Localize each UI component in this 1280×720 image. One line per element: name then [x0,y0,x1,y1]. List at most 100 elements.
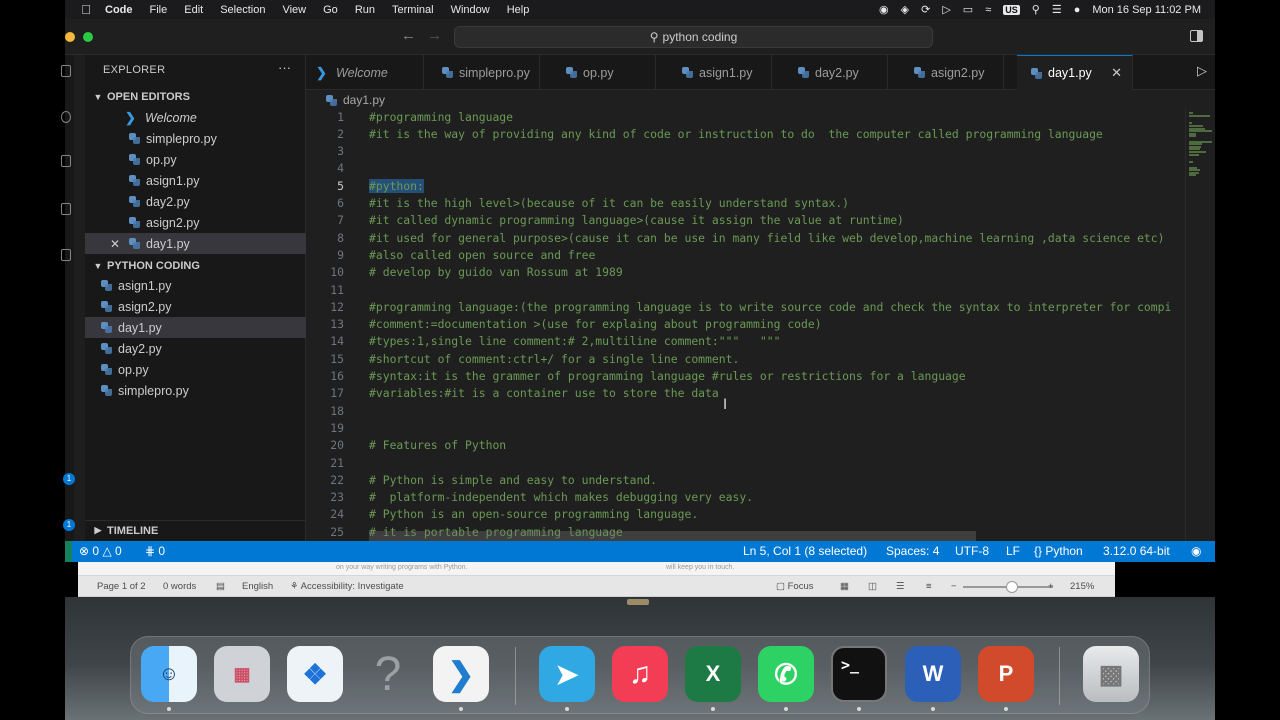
input-source-badge[interactable]: US [1003,4,1020,15]
siri-icon[interactable]: ● [1074,4,1081,16]
file-day2[interactable]: day2.py [85,338,306,359]
menu-selection[interactable]: Selection [220,4,265,16]
open-editor-asign2[interactable]: asign2.py [85,212,306,233]
print-layout-icon[interactable]: ▦ [840,581,849,592]
control-center-icon[interactable]: ☰ [1052,3,1062,16]
code-line[interactable]: 14 #types:1,single line comment:# 2,multi… [306,333,1185,350]
code-line[interactable]: 9 #also called open source and free [306,246,1185,263]
sync-icon[interactable]: ⟳ [921,3,930,16]
launchpad-icon[interactable]: ▦ [214,646,270,702]
record-icon[interactable]: ◉ [879,3,889,16]
accessibility-status[interactable]: ⚘ Accessibility: Investigate [290,581,404,592]
open-editor-day1[interactable]: ✕ day1.py [85,233,306,254]
open-editor-welcome[interactable]: ❯ Welcome [85,107,306,128]
battery-icon[interactable]: ▭ [963,3,973,16]
language-mode[interactable]: {} Python [1034,544,1083,558]
file-simplepro[interactable]: simplepro.py [85,380,306,401]
code-line[interactable]: 18 [306,402,1185,419]
close-icon[interactable]: ✕ [110,237,120,251]
tab-asign1[interactable]: asign1.py [656,55,772,90]
menu-view[interactable]: View [282,4,306,16]
tab-day1[interactable]: day1.py ✕ [1017,55,1133,90]
code-line[interactable]: 17 #variables:#it is a container use to s… [306,385,1185,402]
code-line[interactable]: 19 [306,419,1185,436]
tab-asign2[interactable]: asign2.py [888,55,1004,90]
tab-day2[interactable]: day2.py [772,55,888,90]
open-editor-day2[interactable]: day2.py [85,191,306,212]
zoom-out-icon[interactable]: − [951,581,957,592]
horizontal-scrollbar[interactable] [369,531,976,541]
code-line[interactable]: 16 #syntax:it is the grammer of programmi… [306,368,1185,385]
remote-indicator[interactable] [65,541,72,562]
code-line[interactable]: 21 [306,454,1185,471]
menu-help[interactable]: Help [507,4,530,16]
source-control-icon[interactable] [61,155,71,167]
play-icon[interactable]: ▷ [942,3,950,16]
open-editors-section[interactable]: ▼ OPEN EDITORS [85,87,306,107]
code-line[interactable]: 15 #shortcut of comment:ctrl+/ for a sing… [306,350,1185,367]
finder-icon[interactable]: ☺ [141,646,197,702]
run-python-icon[interactable]: ▷ [1197,63,1207,79]
menu-go[interactable]: Go [323,4,338,16]
open-editor-asign1[interactable]: asign1.py [85,170,306,191]
file-op[interactable]: op.py [85,359,306,380]
menu-file[interactable]: File [150,4,168,16]
encoding[interactable]: UTF-8 [955,544,989,558]
excel-icon[interactable]: X [685,646,741,702]
menu-window[interactable]: Window [451,4,490,16]
indentation[interactable]: Spaces: 4 [886,544,939,558]
code-line[interactable]: 7 #it called dynamic programming language… [306,212,1185,229]
tab-simplepro[interactable]: simplepro.py [424,55,540,90]
code-line[interactable]: 6 #it is the high level>(because of it ca… [306,195,1185,212]
more-actions-icon[interactable]: ··· [278,60,291,75]
menu-run[interactable]: Run [355,4,375,16]
terminal-icon[interactable]: >_ [831,646,887,702]
code-line[interactable]: 2 #it is the way of providing any kind of… [306,125,1185,142]
command-center-search[interactable]: ⚲ python coding [454,26,933,48]
code-line[interactable]: 23 # platform-independent which makes deb… [306,489,1185,506]
end-of-line[interactable]: LF [1006,544,1020,558]
open-editor-op[interactable]: op.py [85,149,306,170]
breadcrumb-file[interactable]: day1.py [343,93,385,107]
ports-indicator[interactable]: ⋕ 0 [145,544,165,558]
explorer-icon[interactable] [61,65,71,77]
search-activity-icon[interactable] [61,111,71,123]
code-line[interactable]: 11 [306,281,1185,298]
read-mode-icon[interactable]: ≡ [926,581,932,592]
menu-terminal[interactable]: Terminal [392,4,434,16]
cursor-position[interactable]: Ln 5, Col 1 (8 selected) [743,544,867,558]
web-layout-icon[interactable]: ◫ [868,581,877,592]
code-line[interactable]: 22 # Python is simple and easy to underst… [306,471,1185,488]
menu-edit[interactable]: Edit [184,4,203,16]
code-line[interactable]: 3 [306,143,1185,160]
powerpoint-icon[interactable]: P [978,646,1034,702]
tab-op[interactable]: op.py [540,55,656,90]
close-icon[interactable]: ✕ [1111,65,1122,81]
code-line[interactable]: 12 #programming language:(the programming… [306,298,1185,315]
code-line[interactable]: 8 #it used for general purpose>(cause it … [306,229,1185,246]
wifi-icon[interactable]: ≈ [985,4,991,16]
safari-icon[interactable]: ❖ [287,646,343,702]
code-line[interactable]: 13 #comment:=documentation >(use for expl… [306,316,1185,333]
whatsapp-icon[interactable]: ✆ [758,646,814,702]
extensions-icon[interactable] [61,249,71,261]
menu-clock[interactable]: Mon 16 Sep 11:02 PM [1092,4,1201,16]
file-day1[interactable]: day1.py [85,317,306,338]
zoom-level[interactable]: 215% [1070,581,1094,592]
language-status[interactable]: English [242,581,273,592]
zoom-button[interactable] [83,32,93,42]
python-coding-folder[interactable]: ▼ PYTHON CODING [85,256,306,276]
file-asign2[interactable]: asign2.py [85,296,306,317]
visual-studio-code-icon[interactable]: ❯ [433,646,489,702]
proofing-icon[interactable]: ▤ [216,581,225,592]
forward-arrow-icon[interactable]: → [427,27,442,44]
timeline-section[interactable]: ▶ TIMELINE [85,520,306,540]
code-line[interactable]: 4 [306,160,1185,177]
apple-icon[interactable]:  [79,2,93,17]
page-count[interactable]: Page 1 of 2 [97,581,146,592]
music-icon[interactable]: ♫ [612,646,668,702]
menu-code[interactable]: Code [105,4,133,16]
code-line[interactable]: 1 #programming language [306,108,1185,125]
back-arrow-icon[interactable]: ← [401,27,416,44]
telegram-icon[interactable]: ➤ [539,646,595,702]
